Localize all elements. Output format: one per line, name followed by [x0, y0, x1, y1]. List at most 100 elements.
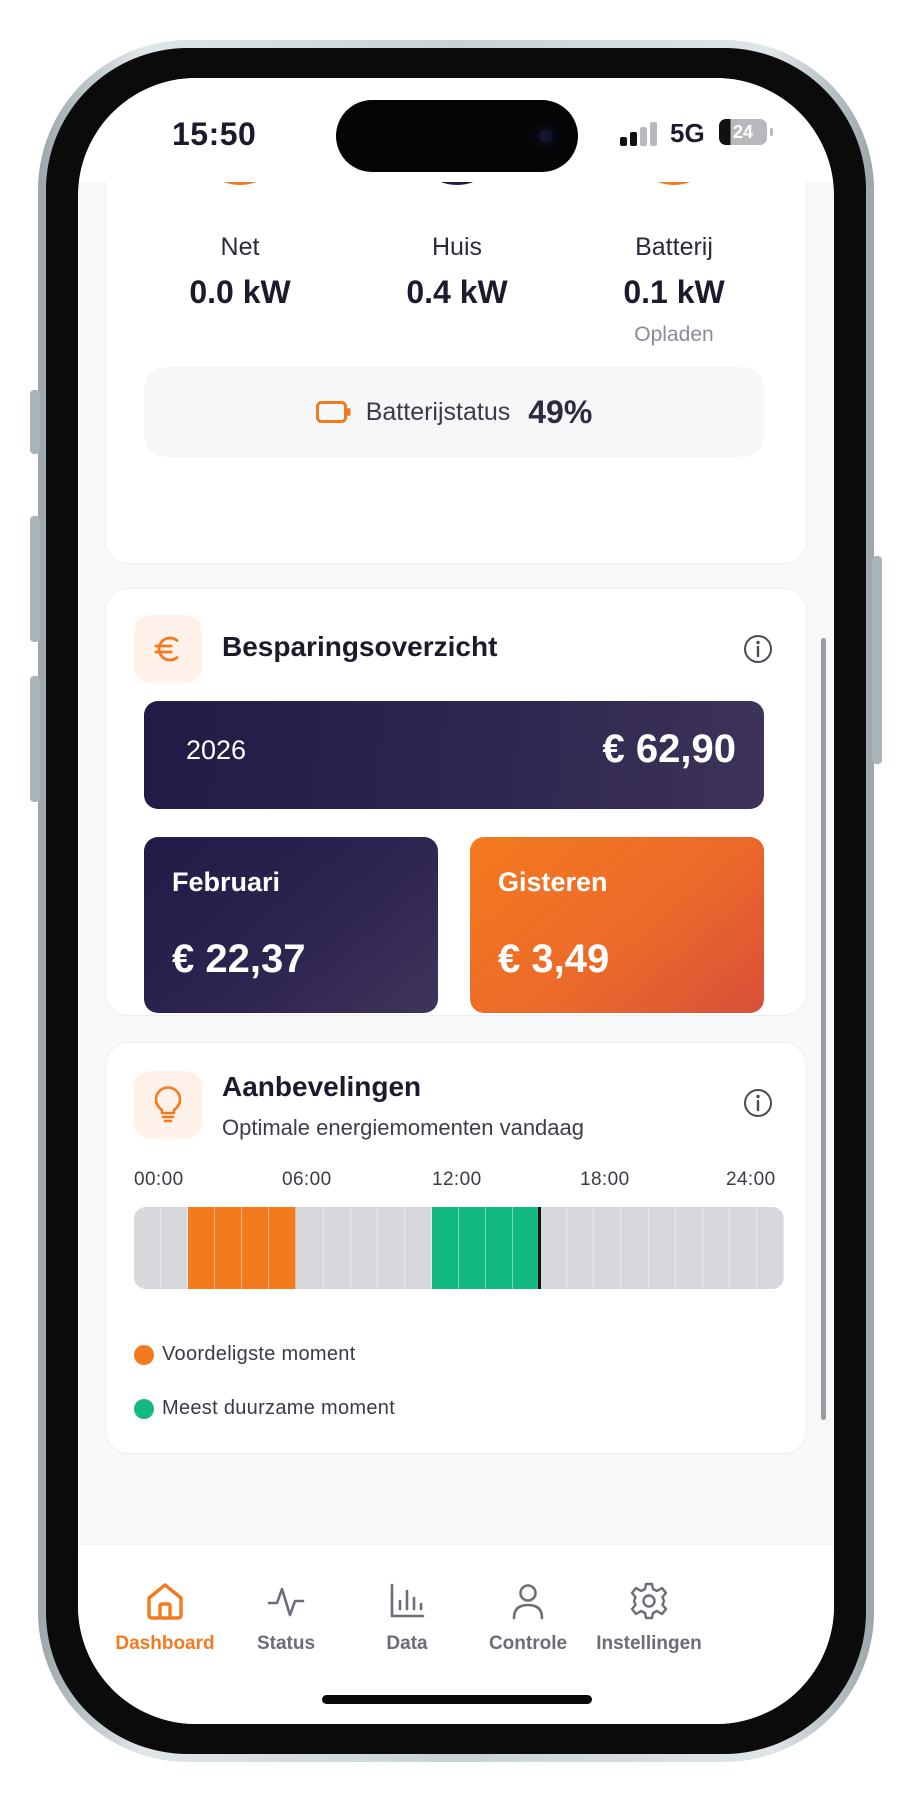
- battery-node-icon: [628, 182, 720, 185]
- flow-battery-status: Opladen: [634, 323, 714, 346]
- flow-battery-label: Batterij: [635, 233, 713, 261]
- flow-battery: Batterij 0.1 kW Opladen: [574, 233, 774, 347]
- timeline-slot: [594, 1207, 622, 1289]
- tab-controle-label: Controle: [488, 1633, 568, 1654]
- tab-data[interactable]: Data: [337, 1579, 477, 1655]
- time-label: 24:00: [726, 1169, 776, 1190]
- current-time-marker: [538, 1207, 542, 1289]
- flow-house: Huis 0.4 kW: [357, 233, 557, 311]
- battery-level-icon: 24: [719, 119, 773, 145]
- info-icon[interactable]: [742, 633, 774, 665]
- recommendations-card: Aanbevelingen Optimale energiemomenten v…: [105, 1042, 807, 1454]
- action-button: [30, 390, 40, 454]
- grid-node-icon: [194, 182, 286, 185]
- scrollbar[interactable]: [821, 638, 826, 1420]
- tab-instellingen-label: Instellingen: [596, 1633, 702, 1654]
- timeline-slot: [486, 1207, 514, 1289]
- legend-greenest: Meest duurzame moment: [134, 1397, 395, 1420]
- year-value: € 62,90: [602, 727, 736, 771]
- tab-controle[interactable]: Controle: [458, 1579, 598, 1655]
- yesterday-label: Gisteren: [498, 867, 608, 897]
- timeline-slot: [431, 1207, 459, 1289]
- info-icon[interactable]: [742, 1087, 774, 1119]
- year-label: 2026: [186, 735, 247, 765]
- timeline-slot: [567, 1207, 595, 1289]
- lightbulb-icon: [134, 1071, 202, 1139]
- legend-cheapest-label: Voordeligste moment: [162, 1343, 356, 1365]
- energy-flow-card: Net 0.0 kW Huis 0.4 kW Batterij 0.1 kW O…: [105, 182, 807, 564]
- green-dot-icon: [134, 1398, 154, 1419]
- home-indicator: [322, 1695, 592, 1704]
- power-button: [872, 556, 882, 764]
- tab-bar: Dashboard Status Data Controle Instellin…: [78, 1544, 834, 1724]
- timeline-slot: [378, 1207, 405, 1289]
- home-icon: [147, 1583, 183, 1620]
- time-label: 00:00: [134, 1169, 184, 1190]
- timeline-slot: [215, 1207, 243, 1289]
- savings-title: Besparingsoverzicht: [222, 631, 498, 662]
- status-bar: 15:50 5G 24: [78, 78, 834, 182]
- volume-up-button: [30, 516, 40, 642]
- timeline-slot: [757, 1207, 784, 1289]
- tab-status-label: Status: [256, 1633, 316, 1654]
- time-label: 18:00: [580, 1169, 630, 1190]
- timeline-slot: [161, 1207, 189, 1289]
- battery-status-label: Batterijstatus: [365, 397, 511, 426]
- flow-house-label: Huis: [431, 233, 482, 261]
- volume-down-button: [30, 676, 40, 802]
- timeline-slot: [242, 1207, 270, 1289]
- timeline-slot: [405, 1207, 432, 1289]
- status-time: 15:50: [172, 116, 257, 152]
- time-label: 12:00: [432, 1169, 482, 1190]
- timeline-slot: [730, 1207, 757, 1289]
- tab-data-label: Data: [386, 1633, 428, 1654]
- timeline-slot: [324, 1207, 351, 1289]
- month-savings-tile[interactable]: Februari € 22,37: [144, 837, 438, 1013]
- timeline-slot: [540, 1207, 568, 1289]
- month-label: Februari: [172, 867, 281, 897]
- user-icon: [512, 1584, 544, 1620]
- timeline-slot: [188, 1207, 216, 1289]
- timeline-slot: [297, 1207, 324, 1289]
- recommendations-subtitle: Optimale energiemomenten vandaag: [222, 1115, 585, 1140]
- timeline-slot: [703, 1207, 730, 1289]
- tab-status[interactable]: Status: [216, 1579, 356, 1655]
- dynamic-island: [336, 100, 578, 172]
- orange-dot-icon: [134, 1344, 154, 1365]
- month-value: € 22,37: [172, 937, 306, 981]
- timeline-slot: [513, 1207, 541, 1289]
- timeline-slot: [459, 1207, 487, 1289]
- battery-status-bar: Batterijstatus 49%: [144, 367, 764, 457]
- flow-net: Net 0.0 kW: [140, 233, 340, 311]
- house-node-icon: [411, 182, 503, 185]
- legend-greenest-label: Meest duurzame moment: [162, 1397, 396, 1419]
- year-savings-tile[interactable]: 2026 € 62,90: [144, 701, 764, 809]
- timeline-labels: 00:00 06:00 12:00 18:00 24:00: [134, 1169, 784, 1195]
- battery-icon: [315, 401, 351, 423]
- bar-chart-icon: [390, 1583, 425, 1618]
- flow-net-label: Net: [220, 233, 260, 261]
- energy-timeline[interactable]: [134, 1207, 784, 1289]
- tab-dashboard-label: Dashboard: [115, 1633, 215, 1654]
- timeline-slot: [269, 1207, 297, 1289]
- timeline-slot: [676, 1207, 703, 1289]
- recommendations-title: Aanbevelingen: [222, 1071, 422, 1102]
- timeline-slot: [622, 1207, 649, 1289]
- network-type: 5G: [670, 118, 705, 148]
- timeline-slot: [649, 1207, 676, 1289]
- legend-cheapest: Voordeligste moment: [134, 1343, 356, 1366]
- yesterday-savings-tile[interactable]: Gisteren € 3,49: [470, 837, 764, 1013]
- tab-dashboard[interactable]: Dashboard: [95, 1579, 235, 1655]
- timeline-slot: [134, 1207, 162, 1289]
- flow-battery-value: 0.1 kW: [623, 274, 725, 310]
- camera-icon: [534, 124, 558, 148]
- euro-icon: [134, 615, 202, 683]
- gear-icon: [630, 1582, 668, 1620]
- screen: 15:50 5G 24 Net 0.0 kW Huis 0.4 kW Batte…: [78, 78, 834, 1724]
- dashboard-content[interactable]: Net 0.0 kW Huis 0.4 kW Batterij 0.1 kW O…: [78, 182, 834, 1544]
- savings-card: Besparingsoverzicht 2026 € 62,90 Februar…: [105, 588, 807, 1016]
- timeline-slot: [351, 1207, 378, 1289]
- tab-instellingen[interactable]: Instellingen: [579, 1579, 719, 1655]
- flow-net-value: 0.0 kW: [189, 274, 291, 310]
- time-label: 06:00: [282, 1169, 332, 1190]
